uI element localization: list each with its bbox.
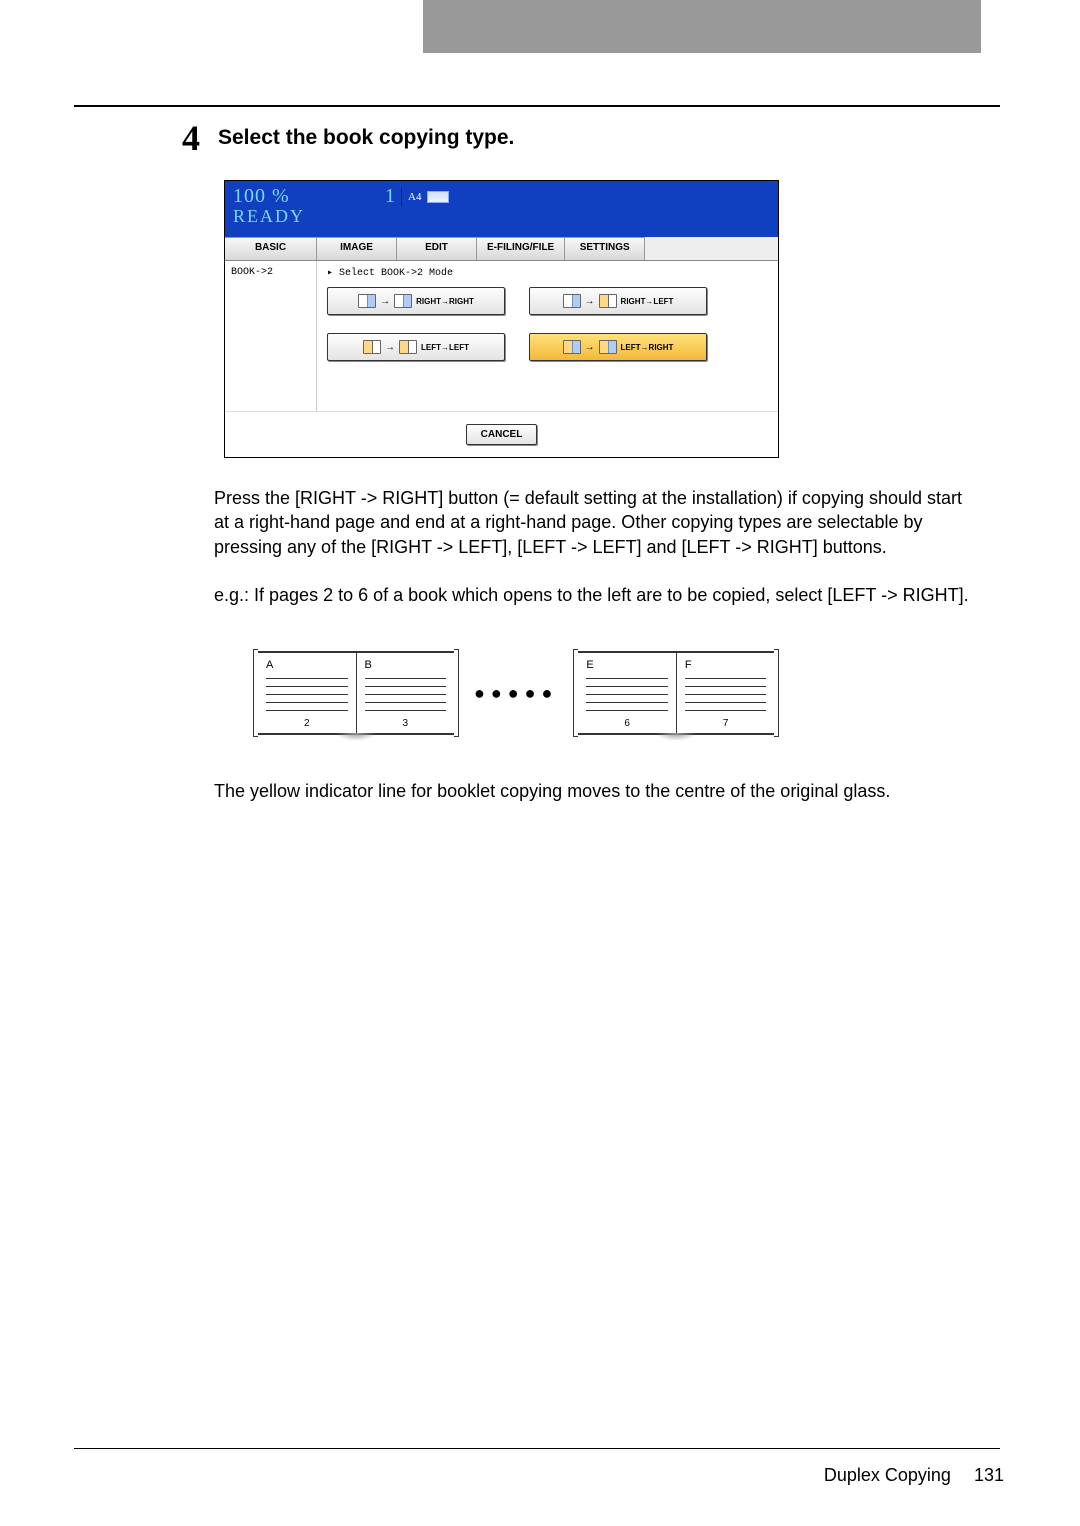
text-line-icon [685,702,767,703]
step-row: 4 Select the book copying type. [182,120,1000,156]
select-mode-label: Select BOOK->2 Mode [327,267,768,279]
status-bar: 100 % READY 1 A4 [225,181,778,237]
tab-settings[interactable]: SETTINGS [565,237,645,260]
book-right: E 6 F 7 [576,651,776,735]
zoom-value: 100 [233,185,266,207]
text-line-icon [266,702,348,703]
ui-body: BOOK->2 Select BOOK->2 Mode → RIGHT→RIGH… [225,261,778,411]
text-line-icon [586,694,668,695]
book-spine-icon [336,733,376,741]
mode-button-grid: → RIGHT→RIGHT → RIGHT→LEFT → LE [327,287,707,361]
paper-icon [427,191,449,203]
text-line-icon [266,710,348,711]
bottom-rule [74,1448,1000,1449]
tab-basic[interactable]: BASIC [225,237,317,260]
page-footer: Duplex Copying 131 [824,1465,1004,1486]
footer-page-number: 131 [974,1465,1004,1485]
cancel-button[interactable]: CANCEL [466,424,538,445]
step-number: 4 [182,120,200,156]
text-line-icon [365,678,447,679]
step-title: Select the book copying type. [218,120,514,150]
text-line-icon [586,710,668,711]
text-line-icon [266,686,348,687]
text-line-icon [266,678,348,679]
arrow-icon: → [385,342,395,353]
page-number: 2 [266,718,348,729]
mode-label: LEFT→RIGHT [621,343,674,352]
tab-efiling[interactable]: E-FILING/FILE [477,237,565,260]
mode-right-left-button[interactable]: → RIGHT→LEFT [529,287,707,315]
page-right: B 3 [356,653,455,733]
mode-label: RIGHT→RIGHT [416,297,474,306]
header-band [423,0,981,53]
book-icon [399,340,417,354]
text-line-icon [586,702,668,703]
book-icon [358,294,376,308]
tab-image[interactable]: IMAGE [317,237,397,260]
book-icon [394,294,412,308]
text-line-icon [266,694,348,695]
mode-right-right-button[interactable]: → RIGHT→RIGHT [327,287,505,315]
book-icon [599,340,617,354]
book-icon [599,294,617,308]
ready-status: READY [233,206,770,227]
top-rule [74,105,1000,107]
page-number: 3 [365,718,447,729]
paragraph-2: e.g.: If pages 2 to 6 of a book which op… [214,583,982,607]
text-line-icon [685,686,767,687]
footer-section: Duplex Copying [824,1465,951,1485]
page-left: E 6 [578,653,676,733]
copy-count: 1 [385,185,395,208]
book-icon [563,294,581,308]
ui-sidebar: BOOK->2 [225,261,317,411]
ui-main: Select BOOK->2 Mode → RIGHT→RIGHT → RIGH… [317,261,778,411]
page-left: A 2 [258,653,356,733]
mode-left-right-button[interactable]: → LEFT→RIGHT [529,333,707,361]
page-label: E [586,659,668,671]
book-icon [563,340,581,354]
content-area: 4 Select the book copying type. 100 % RE… [74,120,1000,803]
printer-ui-panel: 100 % READY 1 A4 BASIC IMAGE EDIT E-FILI… [224,180,779,458]
arrow-icon: → [585,342,595,353]
text-line-icon [685,678,767,679]
paragraph-1: Press the [RIGHT -> RIGHT] button (= def… [214,486,982,559]
text-line-icon [685,694,767,695]
page-label: F [685,659,767,671]
zoom-unit: % [272,185,290,207]
text-line-icon [586,686,668,687]
page-right: F 7 [676,653,775,733]
text-line-icon [586,678,668,679]
arrow-icon: → [585,296,595,307]
text-line-icon [365,694,447,695]
page-label: A [266,659,348,671]
tab-edit[interactable]: EDIT [397,237,477,260]
text-line-icon [685,710,767,711]
paper-size-label: A4 [408,191,421,203]
mode-label: LEFT→LEFT [421,343,469,352]
book-diagram: A 2 B 3 ●●●●● E [256,651,1000,735]
tab-bar: BASIC IMAGE EDIT E-FILING/FILE SETTINGS [225,237,778,261]
page-number: 7 [685,718,767,729]
arrow-icon: → [380,296,390,307]
text-line-icon [365,686,447,687]
page-label: B [365,659,447,671]
ui-footer: CANCEL [225,411,778,457]
zoom-percent: 100 % [233,185,770,208]
mode-label: RIGHT→LEFT [621,297,674,306]
page-number: 6 [586,718,668,729]
divider-icon [401,188,402,206]
book-icon [363,340,381,354]
book-spine-icon [656,733,696,741]
text-line-icon [365,702,447,703]
mode-left-left-button[interactable]: → LEFT→LEFT [327,333,505,361]
status-right: 1 A4 [385,185,449,208]
ellipsis-icon: ●●●●● [464,683,568,704]
book-left: A 2 B 3 [256,651,456,735]
text-line-icon [365,710,447,711]
paragraph-3: The yellow indicator line for booklet co… [214,779,982,803]
